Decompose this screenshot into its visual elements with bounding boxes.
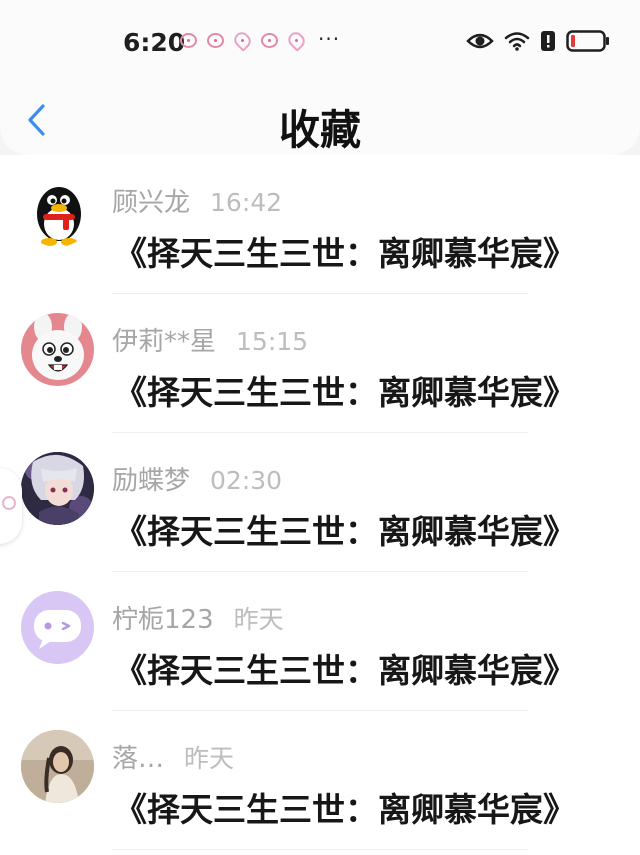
heart-notification-icon xyxy=(231,29,254,52)
favorites-list: 顾兴龙 16:42 《择天三生三世：离卿慕华宸》 伊莉**星 15:15 《择天… xyxy=(0,155,640,855)
status-time: 6:20 xyxy=(123,28,186,57)
username: 柠栀123 xyxy=(112,605,214,635)
favorite-item[interactable]: 励蝶梦 02:30 《择天三生三世：离卿慕华宸》 xyxy=(0,433,640,572)
heart-notification-icon xyxy=(285,29,308,52)
favorite-item[interactable]: 顾兴龙 16:42 《择天三生三世：离卿慕华宸》 xyxy=(0,155,640,294)
username: 顾兴龙 xyxy=(112,188,191,218)
divider xyxy=(112,849,528,850)
avatar[interactable] xyxy=(21,313,94,386)
avatar[interactable] xyxy=(21,452,94,525)
timestamp: 02:30 xyxy=(210,466,283,495)
status-bar: 6:20 ··· xyxy=(0,22,640,62)
timestamp: 昨天 xyxy=(184,744,235,773)
navigation-bar: 收藏 xyxy=(0,90,640,160)
item-meta: 顾兴龙 16:42 xyxy=(112,182,282,219)
item-meta: 伊莉**星 15:15 xyxy=(112,321,308,358)
item-title: 《择天三生三世：离卿慕华宸》 xyxy=(114,512,576,551)
system-status-icons xyxy=(466,30,610,52)
notification-icon xyxy=(261,33,278,48)
favorite-item[interactable]: 落… 昨天 《择天三生三世：离卿慕华宸》 xyxy=(0,711,640,850)
item-meta: 励蝶梦 02:30 xyxy=(112,460,282,497)
wifi-icon xyxy=(504,31,530,51)
avatar[interactable] xyxy=(21,730,94,803)
eye-icon xyxy=(466,31,494,51)
more-notifications-icon: ··· xyxy=(318,27,341,51)
alert-icon xyxy=(540,30,556,52)
floating-side-handle[interactable] xyxy=(0,468,22,544)
header-bar: 6:20 ··· 收藏 xyxy=(0,0,640,155)
username: 伊莉**星 xyxy=(112,327,217,357)
bunny-icon xyxy=(32,313,84,380)
timestamp: 昨天 xyxy=(233,605,284,634)
qq-penguin-icon xyxy=(37,187,81,246)
timestamp: 16:42 xyxy=(210,188,283,217)
item-title: 《择天三生三世：离卿慕华宸》 xyxy=(114,651,576,690)
notification-icon xyxy=(180,33,197,48)
notification-icons xyxy=(180,29,308,52)
timestamp: 15:15 xyxy=(236,327,309,356)
avatar[interactable] xyxy=(21,174,94,247)
item-meta: 落… 昨天 xyxy=(112,738,234,775)
item-title: 《择天三生三世：离卿慕华宸》 xyxy=(114,790,576,829)
item-title: 《择天三生三世：离卿慕华宸》 xyxy=(114,373,576,412)
chat-bubble-icon xyxy=(34,610,81,649)
favorite-item[interactable]: 柠栀123 昨天 《择天三生三世：离卿慕华宸》 xyxy=(0,572,640,711)
username: 励蝶梦 xyxy=(112,466,191,496)
avatar[interactable] xyxy=(21,591,94,664)
photo-girl-icon xyxy=(21,730,94,803)
anime-character-icon xyxy=(21,452,94,525)
item-title: 《择天三生三世：离卿慕华宸》 xyxy=(114,234,576,273)
favorite-item[interactable]: 伊莉**星 15:15 《择天三生三世：离卿慕华宸》 xyxy=(0,294,640,433)
battery-icon xyxy=(566,30,610,52)
username: 落… xyxy=(112,744,165,774)
notification-icon xyxy=(207,33,224,48)
page-title: 收藏 xyxy=(279,106,361,154)
item-meta: 柠栀123 昨天 xyxy=(112,599,284,636)
